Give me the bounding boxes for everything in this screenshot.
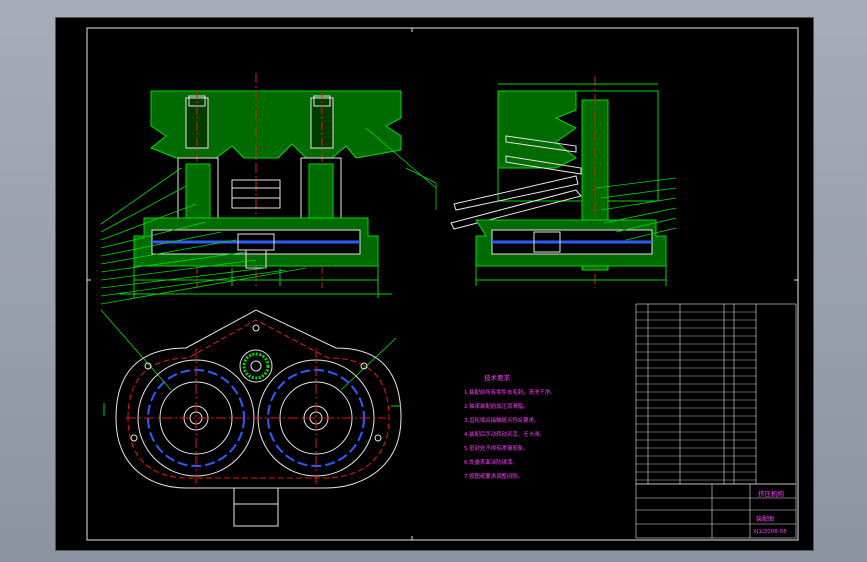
note-item: 7.按图纸要求调整间隙。 (464, 472, 523, 480)
side-section-view (450, 76, 667, 288)
front-section-view (120, 73, 402, 298)
title-block-code: 装配图 (756, 515, 774, 523)
note-item: 5.密封处不得有渗漏现象。 (464, 444, 528, 452)
parts-list-table (635, 303, 797, 485)
note-item: 2.轴承装配前加注润滑脂。 (464, 402, 528, 410)
note-item: 1.装配前所有零件去毛刺，清洗干净。 (464, 388, 555, 396)
note-item: 4.装配后手动转动灵活，无卡滞。 (464, 430, 545, 438)
notes-list: 1.装配前所有零件去毛刺，清洗干净。 2.轴承装配前加注润滑脂。 3.齿轮啮合接触斑… (464, 388, 555, 480)
notes-title: 技术要求 (484, 373, 511, 382)
title-block-name: 挤压机构 (758, 489, 785, 498)
note-item: 3.齿轮啮合接触斑点符合要求。 (464, 416, 539, 424)
cad-drawing-sheet: 技术要求 1.装配前所有零件去毛刺，清洗干净。 2.轴承装配前加注润滑脂。 3.齿轮… (55, 17, 814, 551)
note-item: 6.外露表面涂防锈漆。 (464, 458, 518, 466)
assembly-drawing-canvas: 技术要求 1.装配前所有零件去毛刺，清洗干净。 2.轴承装配前加注润滑脂。 3.齿轮… (86, 27, 799, 541)
title-block: 挤压机构 装配图 XJ1/2008-05 (635, 483, 797, 539)
title-block-drawing-no: XJ1/2008-05 (753, 529, 787, 535)
technical-notes: 技术要求 1.装配前所有零件去毛刺，清洗干净。 2.轴承装配前加注润滑脂。 3.齿轮… (464, 373, 555, 480)
plan-view (103, 309, 402, 527)
